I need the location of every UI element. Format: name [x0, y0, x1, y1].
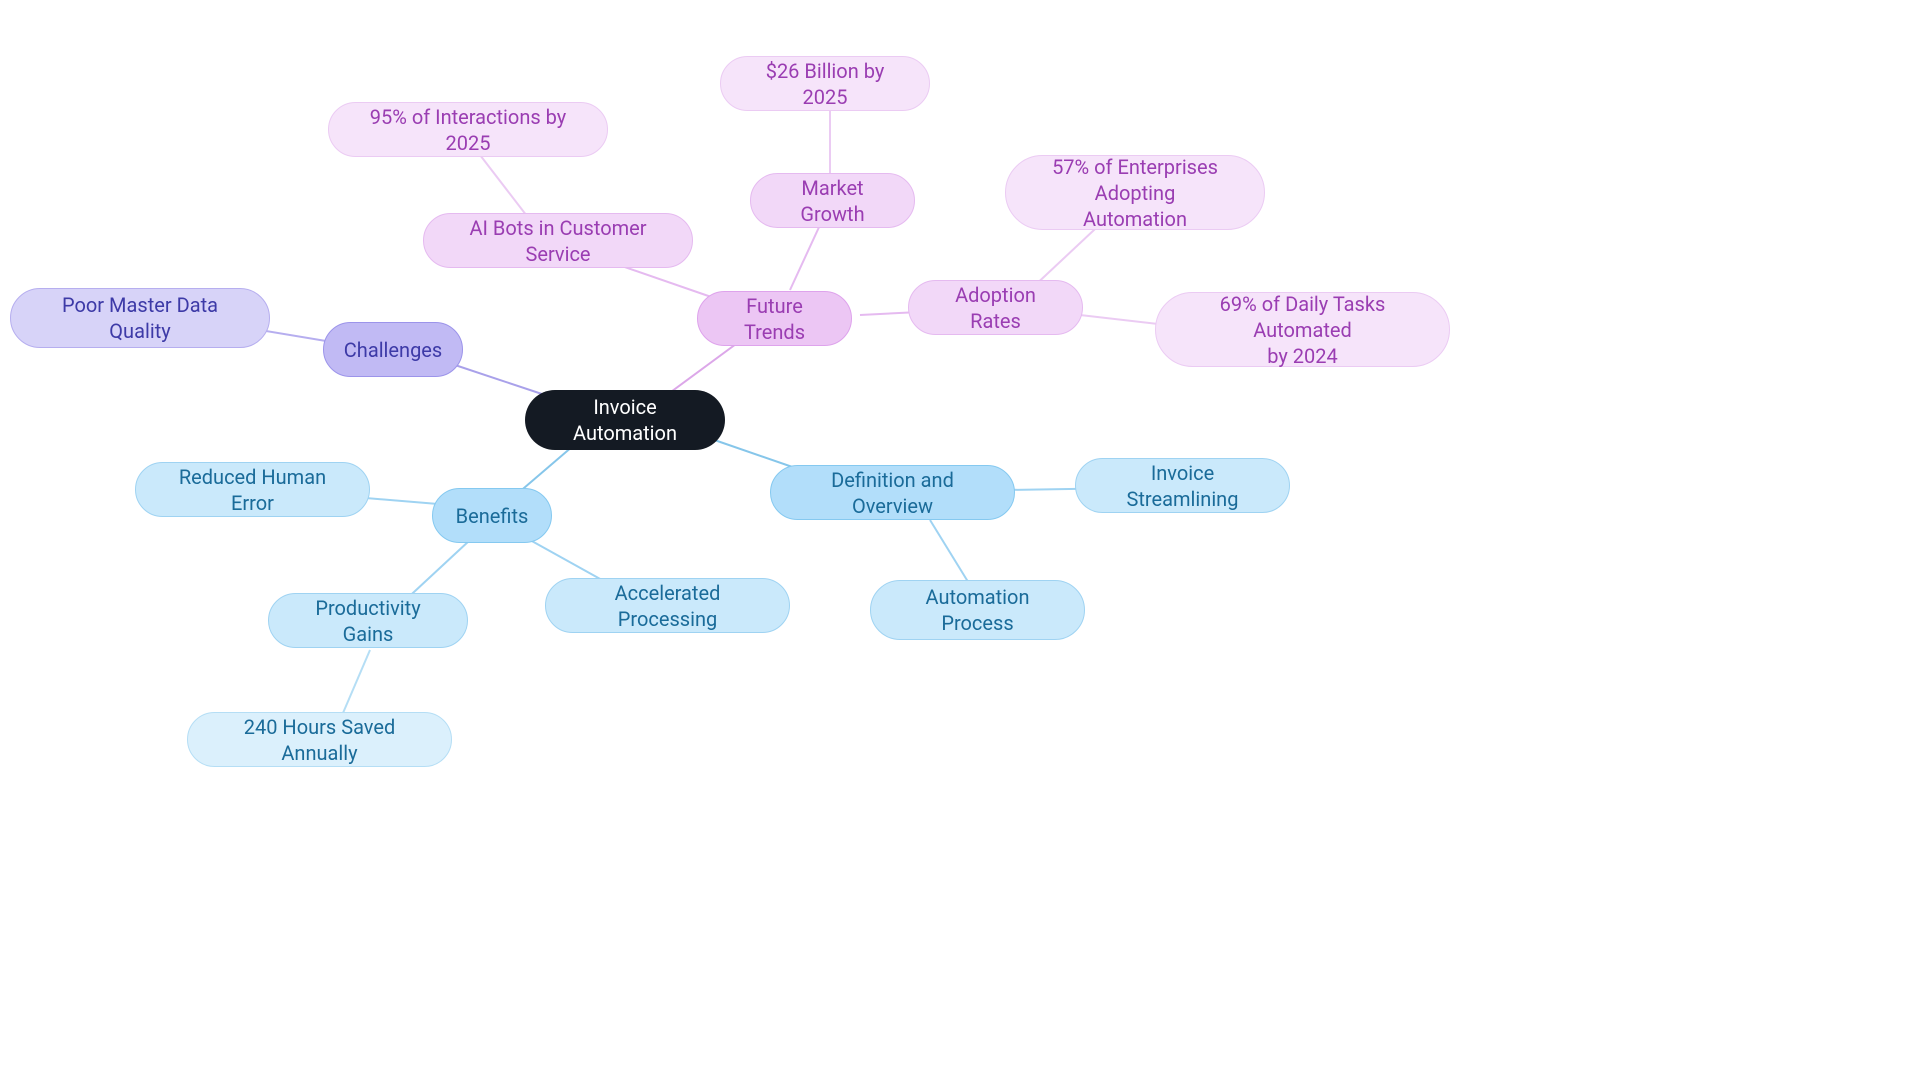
node-ai-bots-stat[interactable]: 95% of Interactions by 2025 [328, 102, 608, 157]
node-automation-process[interactable]: Automation Process [870, 580, 1085, 640]
node-ai-bots[interactable]: AI Bots in Customer Service [423, 213, 693, 268]
root-node[interactable]: Invoice Automation [525, 390, 725, 450]
node-future-trends[interactable]: Future Trends [697, 291, 852, 346]
node-definition[interactable]: Definition and Overview [770, 465, 1015, 520]
node-accel-processing[interactable]: Accelerated Processing [545, 578, 790, 633]
node-market-stat[interactable]: $26 Billion by 2025 [720, 56, 930, 111]
node-poor-master-data[interactable]: Poor Master Data Quality [10, 288, 270, 348]
node-adoption-stat-1[interactable]: 57% of Enterprises Adopting Automation [1005, 155, 1265, 230]
node-productivity[interactable]: Productivity Gains [268, 593, 468, 648]
node-productivity-stat[interactable]: 240 Hours Saved Annually [187, 712, 452, 767]
edge-layer [0, 0, 1920, 1083]
node-adoption-stat-2[interactable]: 69% of Daily Tasks Automated by 2024 [1155, 292, 1450, 367]
node-adoption-rates[interactable]: Adoption Rates [908, 280, 1083, 335]
node-challenges[interactable]: Challenges [323, 322, 463, 377]
mindmap-canvas: Invoice Automation Challenges Poor Maste… [0, 0, 1920, 1083]
node-invoice-streamlining[interactable]: Invoice Streamlining [1075, 458, 1290, 513]
node-benefits[interactable]: Benefits [432, 488, 552, 543]
node-market-growth[interactable]: Market Growth [750, 173, 915, 228]
node-reduced-error[interactable]: Reduced Human Error [135, 462, 370, 517]
